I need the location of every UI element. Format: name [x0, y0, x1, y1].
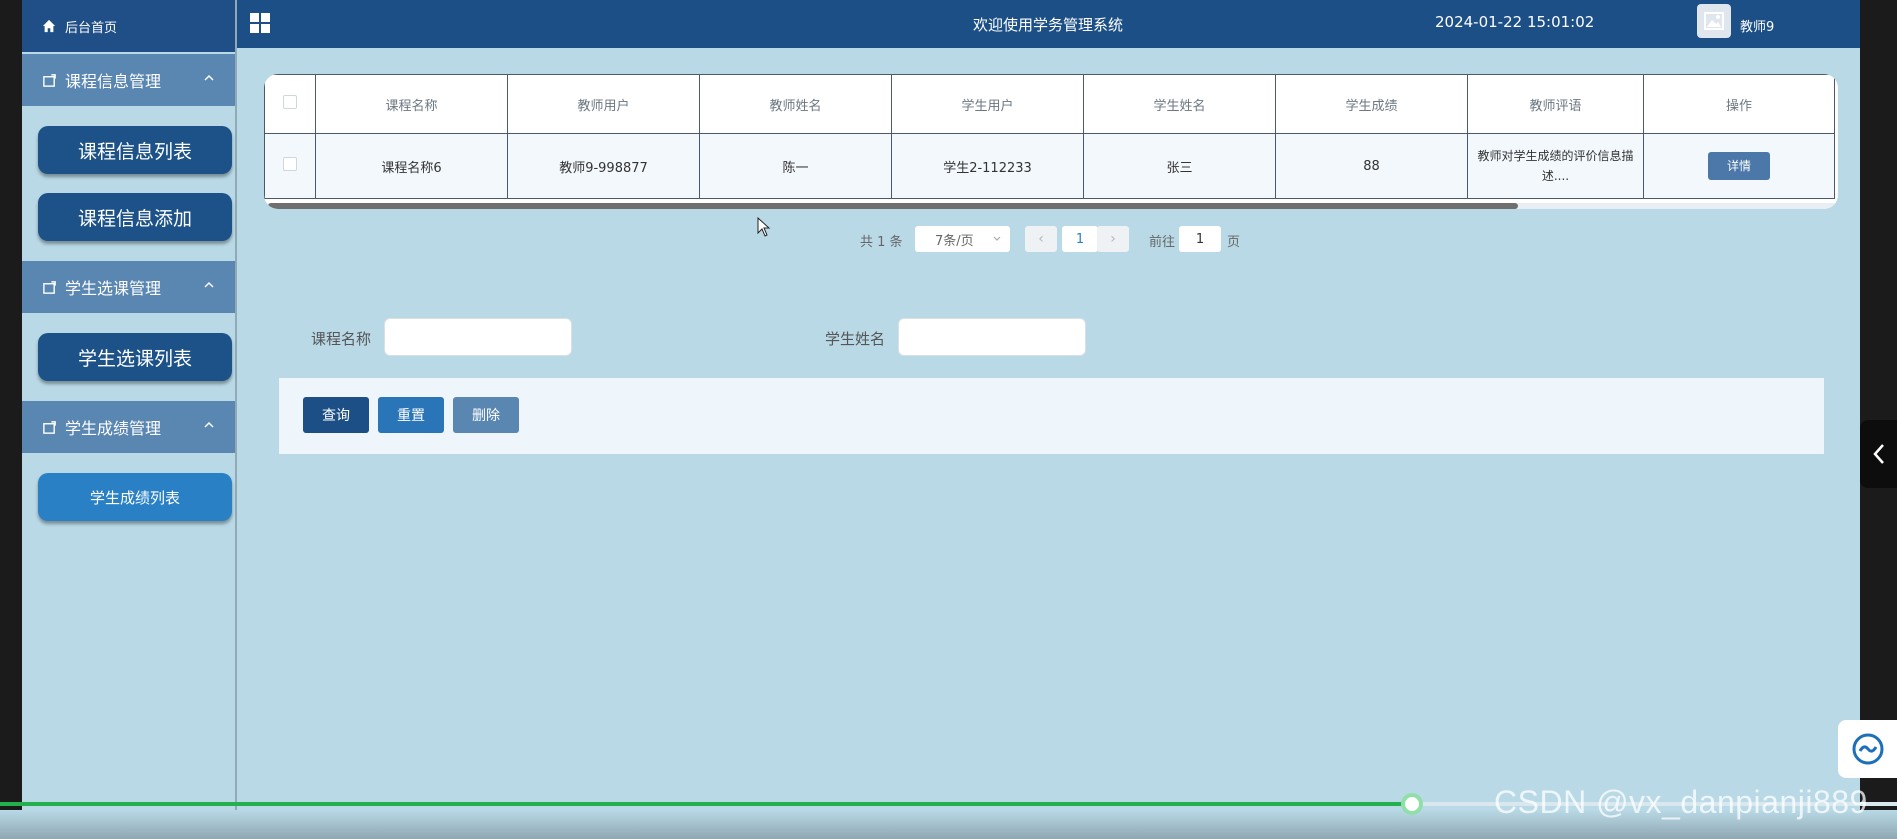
cell-action: 详情 — [1643, 133, 1835, 199]
table-header-row: 课程名称 教师用户 教师姓名 学生用户 学生姓名 学生成绩 教师评语 操作 — [264, 74, 1835, 134]
assistant-icon — [1852, 733, 1883, 765]
image-icon — [1704, 12, 1724, 30]
column-header: 学生成绩 — [1275, 74, 1468, 134]
column-header: 操作 — [1643, 74, 1835, 134]
column-header: 教师评语 — [1467, 74, 1644, 134]
page-size-select[interactable]: 7条/页 — [915, 226, 1010, 252]
folder-icon — [43, 73, 56, 87]
sidebar-item-course-list[interactable]: 课程信息列表 — [38, 126, 232, 174]
select-all-checkbox[interactable] — [283, 95, 297, 109]
action-bar: 查询 重置 删除 — [279, 378, 1824, 454]
grid-menu-icon[interactable] — [249, 12, 271, 34]
column-header: 学生用户 — [891, 74, 1084, 134]
sidebar-group-label: 课程信息管理 — [65, 72, 162, 91]
select-all-cell — [264, 74, 316, 134]
column-header: 教师用户 — [507, 74, 700, 134]
watermark: CSDN @vx_danpianji889 — [1494, 784, 1868, 820]
chevron-up-icon — [204, 74, 214, 81]
sidebar-item-course-add[interactable]: 课程信息添加 — [38, 193, 232, 241]
sidebar-group-course-selection[interactable]: 学生选课管理 — [22, 261, 235, 313]
folder-icon — [43, 420, 56, 434]
row-checkbox[interactable] — [283, 157, 297, 171]
sidebar-group-course-info[interactable]: 课程信息管理 — [22, 54, 235, 106]
cell-score: 88 — [1275, 133, 1468, 199]
current-datetime: 2024-01-22 15:01:02 — [1435, 13, 1595, 31]
sidebar-group-label: 学生成绩管理 — [65, 419, 162, 438]
goto-page-input[interactable]: 1 — [1179, 226, 1221, 252]
collapse-panel-tab[interactable] — [1860, 420, 1897, 488]
chevron-right-icon: › — [1110, 231, 1116, 247]
detail-button[interactable]: 详情 — [1708, 152, 1770, 180]
reset-button[interactable]: 重置 — [378, 397, 444, 433]
course-name-input[interactable] — [384, 318, 572, 356]
column-header: 教师姓名 — [699, 74, 892, 134]
cell-teacher-name: 陈一 — [699, 133, 892, 199]
cell-teacher-user: 教师9-998877 — [507, 133, 700, 199]
query-button[interactable]: 查询 — [303, 397, 369, 433]
column-header: 学生姓名 — [1083, 74, 1276, 134]
sidebar-home[interactable]: 后台首页 — [22, 0, 235, 52]
scrollbar-thumb[interactable] — [268, 203, 1518, 209]
folder-icon — [43, 280, 56, 294]
horizontal-scrollbar[interactable] — [264, 203, 1838, 209]
student-name-label: 学生姓名 — [825, 330, 886, 348]
chevron-up-icon — [204, 281, 214, 288]
system-title: 欢迎使用学务管理系统 — [973, 16, 1124, 34]
current-page[interactable]: 1 — [1062, 226, 1098, 252]
student-name-input[interactable] — [898, 318, 1086, 356]
sidebar-item-score-list[interactable]: 学生成绩列表 — [38, 473, 232, 521]
sidebar-item-selection-list[interactable]: 学生选课列表 — [38, 333, 232, 381]
home-icon — [42, 19, 56, 33]
data-table: 课程名称 教师用户 教师姓名 学生用户 学生姓名 学生成绩 教师评语 操作 课程… — [264, 74, 1838, 209]
prev-page-button[interactable]: ‹ — [1025, 226, 1057, 252]
column-header: 课程名称 — [315, 74, 508, 134]
app-window: 后台首页 课程信息管理 课程信息列表 课程信息添加 学生选课管理 学生选课列表 … — [22, 0, 1860, 839]
chevron-left-icon: ‹ — [1038, 231, 1044, 247]
goto-label: 前往 — [1149, 234, 1176, 250]
sidebar-group-label: 学生选课管理 — [65, 279, 162, 298]
total-count: 共 1 条 — [860, 234, 903, 250]
next-page-button[interactable]: › — [1097, 226, 1129, 252]
row-select-cell — [264, 133, 316, 199]
cell-student-user: 学生2-112233 — [891, 133, 1084, 199]
sidebar-home-label: 后台首页 — [65, 20, 118, 36]
progress-fill — [0, 802, 1412, 806]
chevron-down-icon — [993, 236, 1001, 241]
mouse-cursor-icon — [757, 217, 771, 237]
user-name[interactable]: 教师9 — [1740, 16, 1774, 35]
cell-course: 课程名称6 — [315, 133, 508, 199]
page-size-value: 7条/页 — [935, 233, 974, 249]
cell-student-name: 张三 — [1083, 133, 1276, 199]
avatar[interactable] — [1697, 4, 1731, 38]
top-bar: 欢迎使用学务管理系统 2024-01-22 15:01:02 教师9 — [237, 0, 1860, 48]
sidebar-group-score[interactable]: 学生成绩管理 — [22, 401, 235, 453]
page-suffix: 页 — [1227, 234, 1241, 250]
course-name-label: 课程名称 — [311, 330, 372, 348]
chevron-up-icon — [204, 421, 214, 428]
delete-button[interactable]: 删除 — [453, 397, 519, 433]
chevron-left-icon — [1872, 444, 1884, 464]
sidebar: 后台首页 课程信息管理 课程信息列表 课程信息添加 学生选课管理 学生选课列表 … — [22, 0, 237, 839]
assistant-float-button[interactable] — [1838, 720, 1897, 778]
cell-comment: 教师对学生成绩的评价信息描述.... — [1467, 133, 1644, 199]
progress-handle[interactable] — [1401, 793, 1423, 815]
table-row: 课程名称6 教师9-998877 陈一 学生2-112233 张三 88 教师对… — [264, 133, 1835, 199]
